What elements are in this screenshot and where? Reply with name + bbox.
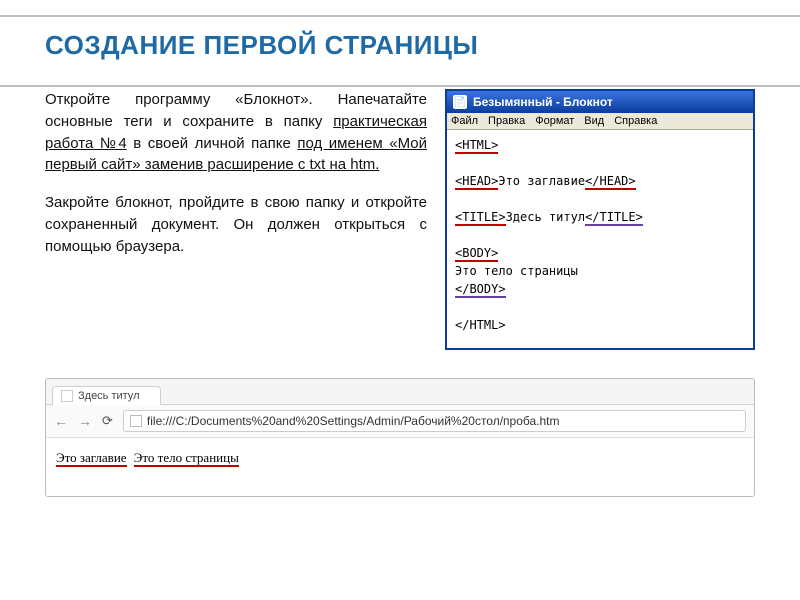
menu-format[interactable]: Формат bbox=[535, 115, 574, 127]
address-bar[interactable]: file:///C:/Documents%20and%20Settings/Ad… bbox=[123, 410, 746, 432]
instr-p1b: в своей личной папке bbox=[127, 135, 298, 152]
code-body-text: Это тело страницы bbox=[455, 262, 745, 280]
code-head-text: Это заглавие bbox=[498, 174, 585, 188]
notepad-title-text: Безымянный - Блокнот bbox=[473, 95, 613, 109]
tab-title: Здесь титул bbox=[78, 390, 140, 402]
rendered-body: Это тело страницы bbox=[134, 450, 239, 467]
forward-button[interactable]: → bbox=[78, 413, 92, 429]
code-blank bbox=[455, 190, 745, 208]
code-blank bbox=[455, 226, 745, 244]
notepad-titlebar: 📄 Безымянный - Блокнот bbox=[447, 91, 753, 113]
browser-tabbar: Здесь титул bbox=[46, 379, 754, 405]
menu-edit[interactable]: Правка bbox=[488, 115, 525, 127]
code-html-close: </HTML> bbox=[455, 316, 745, 334]
code-html-open: <HTML> bbox=[455, 138, 498, 154]
slide-title: СОЗДАНИЕ ПЕРВОЙ СТРАНИЦЫ bbox=[45, 30, 755, 61]
document-icon bbox=[130, 415, 142, 427]
code-head-open: <HEAD> bbox=[455, 174, 498, 190]
browser-toolbar: ← → ⟳ file:///C:/Documents%20and%20Setti… bbox=[46, 405, 754, 438]
favicon-icon bbox=[61, 390, 73, 402]
notepad-menubar: Файл Правка Формат Вид Справка bbox=[447, 113, 753, 130]
rendered-heading: Это заглавие bbox=[56, 450, 127, 467]
notepad-window: 📄 Безымянный - Блокнот Файл Правка Форма… bbox=[445, 89, 755, 350]
code-head-close: </HEAD> bbox=[585, 174, 636, 190]
code-title-close: </TITLE> bbox=[585, 210, 643, 226]
code-title-open: <TITLE> bbox=[455, 210, 506, 226]
notepad-body[interactable]: <HTML> <HEAD>Это заглавие</HEAD> <TITLE>… bbox=[447, 130, 753, 348]
notepad-icon: 📄 bbox=[453, 95, 467, 109]
instruction-text: Откройте программу «Блокнот». Напечатайт… bbox=[45, 89, 427, 350]
code-blank bbox=[455, 298, 745, 316]
url-text: file:///C:/Documents%20and%20Settings/Ad… bbox=[147, 414, 560, 428]
back-button[interactable]: ← bbox=[54, 413, 68, 429]
menu-help[interactable]: Справка bbox=[614, 115, 657, 127]
menu-view[interactable]: Вид bbox=[584, 115, 604, 127]
menu-file[interactable]: Файл bbox=[451, 115, 478, 127]
browser-page-content: Это заглавие Это тело страницы bbox=[46, 438, 754, 496]
browser-tab[interactable]: Здесь титул bbox=[52, 386, 161, 405]
code-body-close: </BODY> bbox=[455, 282, 506, 298]
browser-window: Здесь титул ← → ⟳ file:///C:/Documents%2… bbox=[45, 378, 755, 497]
code-title-text: Здесь титул bbox=[506, 210, 585, 224]
code-body-open: <BODY> bbox=[455, 246, 498, 262]
code-blank bbox=[455, 154, 745, 172]
reload-button[interactable]: ⟳ bbox=[102, 413, 113, 429]
instr-p2: Закройте блокнот, пройдите в свою папку … bbox=[45, 192, 427, 257]
